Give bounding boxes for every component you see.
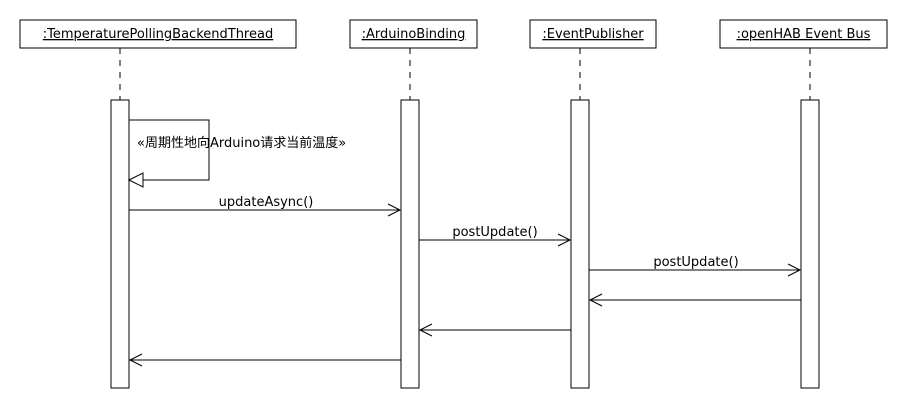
activation-bar — [400, 99, 420, 389]
lifeline-bus: :openHAB Event Bus — [719, 19, 888, 389]
lifeline-arduino: :ArduinoBinding — [349, 19, 478, 389]
lifeline-label: :ArduinoBinding — [362, 27, 466, 42]
message-label: postUpdate() — [452, 225, 537, 240]
sequence-diagram: :TemperaturePollingBackendThread :Arduin… — [19, 19, 888, 389]
message-return-bus — [588, 293, 801, 307]
message-self-poll: «周期性地向Arduino请求当前温度» — [127, 119, 346, 188]
lifeline-publisher: :EventPublisher — [529, 19, 657, 389]
activation-bar — [800, 99, 820, 389]
message-post-update-1: postUpdate() — [419, 225, 572, 247]
lifeline-label: :openHAB Event Bus — [737, 27, 871, 42]
message-label: postUpdate() — [653, 255, 738, 270]
hollow-triangle-arrowhead — [127, 172, 144, 188]
message-post-update-2: postUpdate() — [589, 255, 802, 277]
activation-bar — [570, 99, 590, 389]
message-return-publisher — [418, 323, 571, 337]
message-label: «周期性地向Arduino请求当前温度» — [137, 135, 346, 151]
activation-bar — [110, 99, 130, 389]
lifeline-label: :TemperaturePollingBackendThread — [43, 27, 273, 42]
lifeline-label: :EventPublisher — [542, 27, 644, 42]
message-label: updateAsync() — [219, 195, 314, 210]
message-return-arduino — [128, 353, 401, 367]
message-update-async: updateAsync() — [129, 195, 402, 217]
